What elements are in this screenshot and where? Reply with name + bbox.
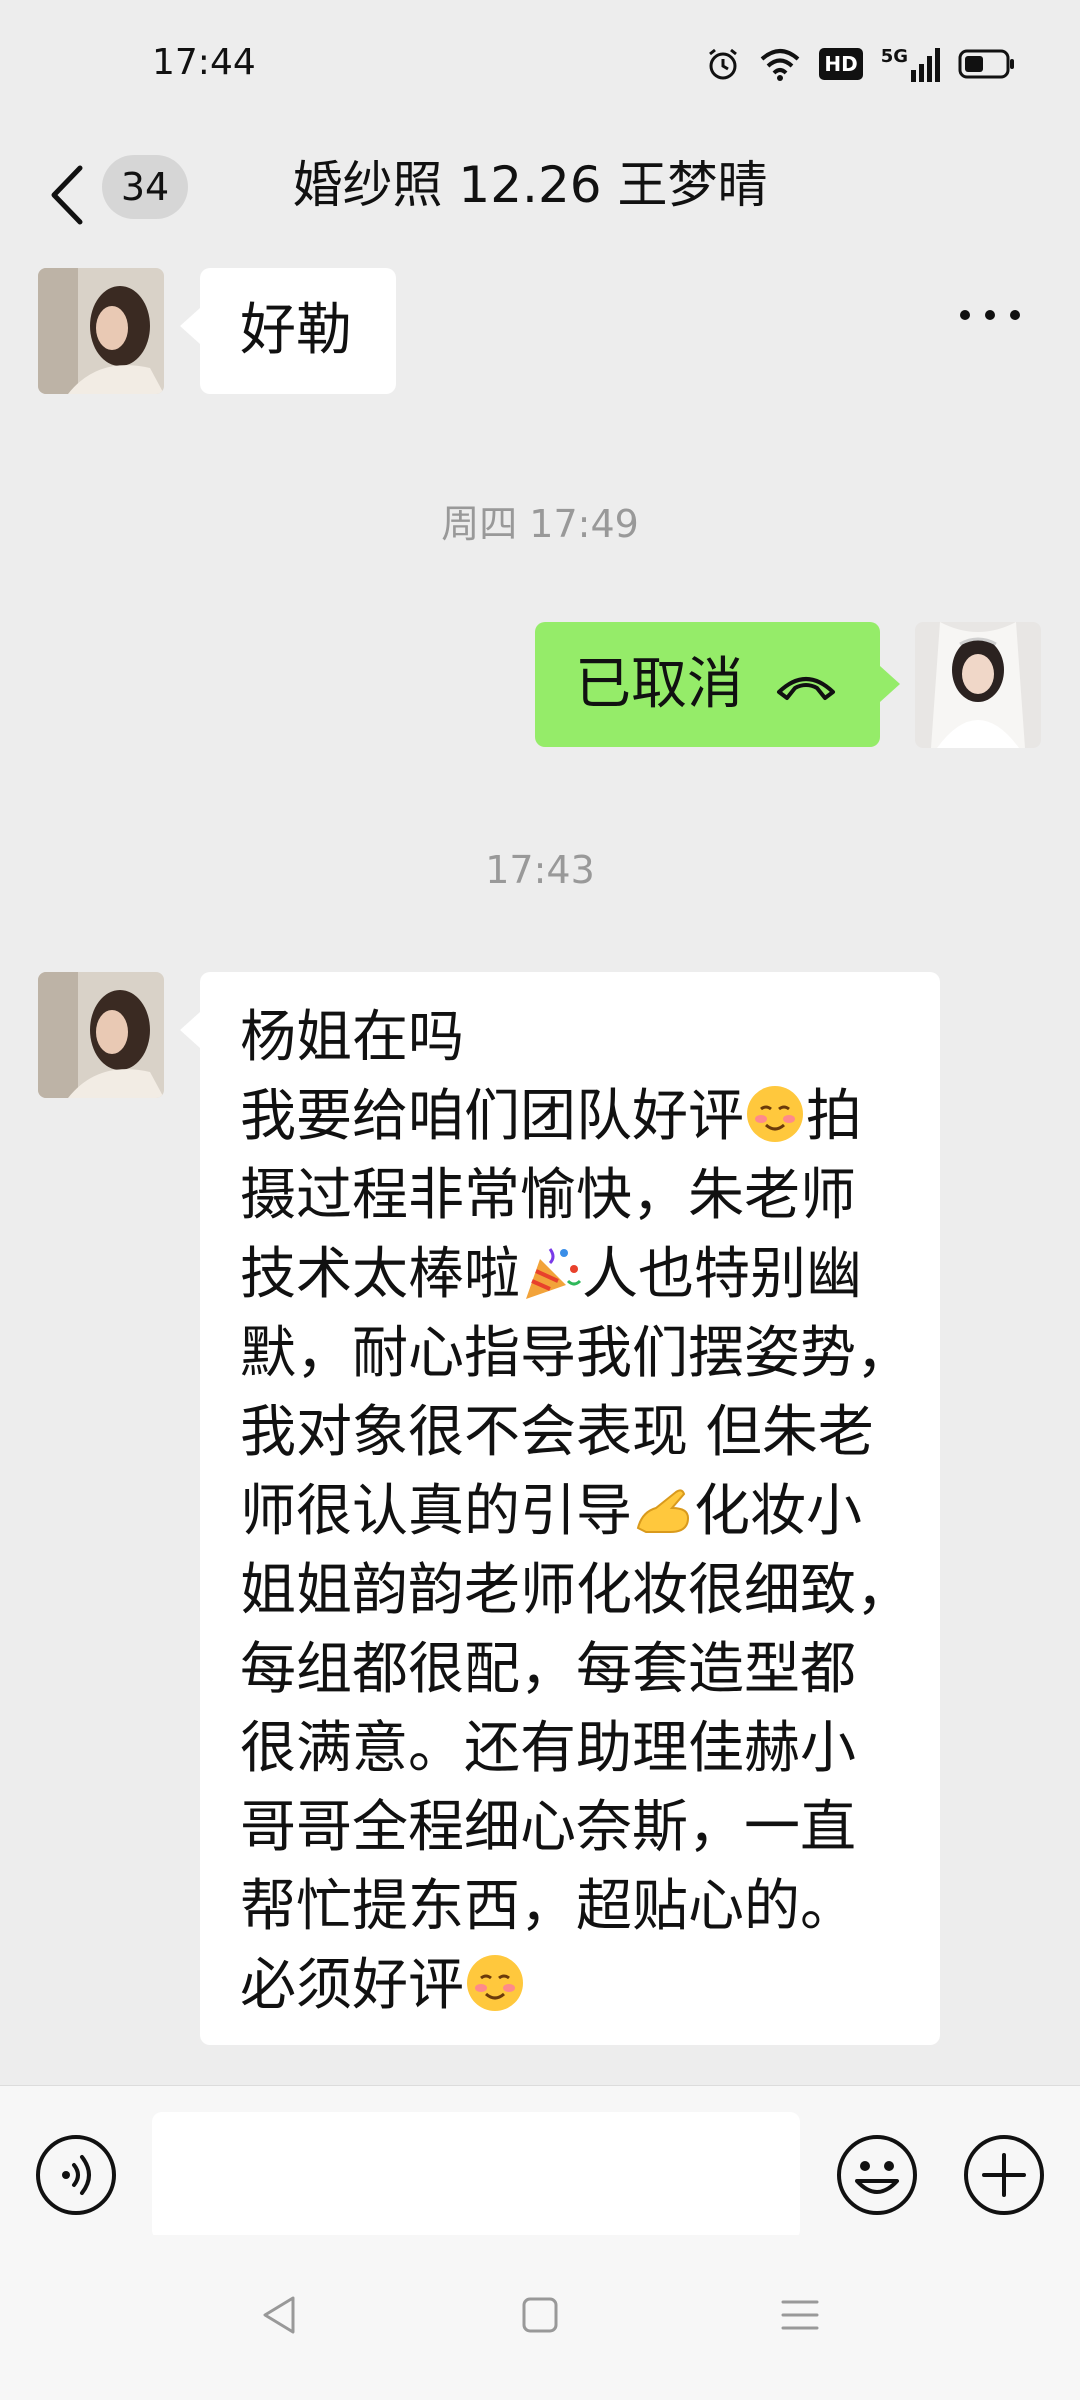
status-time: 17:44: [152, 42, 256, 83]
chat-input-bar: [0, 2085, 1080, 2240]
message-line: 我对象很不会表现 但朱老: [240, 1400, 874, 1465]
message-text: 好勒: [240, 298, 352, 363]
message-line: 师很认真的引导 化妆小: [240, 1472, 920, 1551]
emoji-picker-icon[interactable]: [835, 2133, 919, 2217]
call-status-text: 已取消: [575, 652, 743, 717]
message-line: 必须好评: [240, 1946, 920, 2025]
more-functions-icon[interactable]: [962, 2133, 1046, 2217]
battery-icon: [958, 49, 1014, 79]
hd-label: HD: [824, 52, 858, 76]
message-segment: 化妆小: [694, 1479, 862, 1544]
message-bubble-received[interactable]: 杨姐在吗 我要给咱们团队好评拍 摄过程非常愉快，朱老师 技术太棒啦 人也特别幽 默…: [180, 972, 940, 2045]
nav-back-icon[interactable]: [255, 2290, 305, 2340]
party-popper-emoji: [526, 1248, 582, 1299]
chat-screen: 17:44 HD 5G 34 婚纱照 12.26 王梦晴 好勒 周四 17:49…: [0, 0, 1080, 2400]
message-segment: 拍: [806, 1084, 862, 1149]
blushing-smile-emoji: [747, 1086, 803, 1142]
message-text-block: 杨姐在吗 我要给咱们团队好评拍 摄过程非常愉快，朱老师 技术太棒啦 人也特别幽 默…: [240, 998, 920, 2025]
contact-avatar[interactable]: [38, 972, 164, 1098]
timestamp: 周四 17:49: [441, 502, 639, 546]
more-options-icon[interactable]: [955, 290, 1025, 340]
status-icons: HD 5G: [705, 46, 1016, 82]
system-nav-bar: [0, 2235, 1080, 2400]
nav-recents-icon[interactable]: [775, 2290, 825, 2340]
call-cancelled-bubble[interactable]: 已取消: [535, 622, 900, 747]
message-segment: 必须好评: [240, 1953, 464, 2018]
network-label: 5G: [880, 46, 908, 67]
pointing-hand-emoji: [636, 1489, 690, 1533]
message-segment: 师很认真的引导: [240, 1479, 632, 1544]
message-bubble-received[interactable]: 好勒: [180, 268, 396, 394]
alarm-icon: [709, 48, 738, 80]
message-line: 哥哥全程细心奈斯，一直: [240, 1795, 856, 1860]
message-line: 摄过程非常愉快，朱老师: [240, 1163, 856, 1228]
voice-input-icon[interactable]: [34, 2133, 118, 2217]
message-segment: 我要给咱们团队好评: [240, 1084, 744, 1149]
message-segment: 技术太棒啦: [240, 1242, 520, 1307]
wifi-icon: [761, 49, 800, 81]
message-line: 很满意。还有助理佳赫小: [240, 1716, 856, 1781]
timestamp: 17:43: [485, 848, 595, 892]
unread-count-badge[interactable]: 34: [102, 155, 188, 219]
status-bar: 17:44 HD 5G: [0, 0, 1080, 130]
chat-title: 婚纱照 12.26 王梦晴: [292, 156, 768, 214]
5g-signal-icon: 5G: [881, 46, 940, 82]
back-icon[interactable]: [40, 158, 100, 232]
message-line: 帮忙提东西，超贴心的。: [240, 1874, 856, 1939]
message-line: 技术太棒啦 人也特别幽: [240, 1235, 920, 1314]
message-line: 每组都很配，每套造型都: [240, 1637, 856, 1702]
message-segment: 人也特别幽: [582, 1242, 862, 1307]
call-hangup-icon: [777, 677, 835, 700]
message-line: 姐姐韵韵老师化妆很细致，: [240, 1558, 912, 1623]
message-line: 默，耐心指导我们摆姿势，: [240, 1321, 912, 1386]
message-line: 我要给咱们团队好评拍: [240, 1077, 920, 1156]
contact-avatar[interactable]: [38, 268, 164, 394]
my-avatar[interactable]: [915, 622, 1041, 748]
message-input[interactable]: [152, 2112, 800, 2240]
blushing-smile-emoji: [467, 1955, 523, 2011]
nav-home-icon[interactable]: [515, 2290, 565, 2340]
message-line: 杨姐在吗: [240, 1005, 464, 1070]
hd-icon: HD: [819, 48, 863, 80]
